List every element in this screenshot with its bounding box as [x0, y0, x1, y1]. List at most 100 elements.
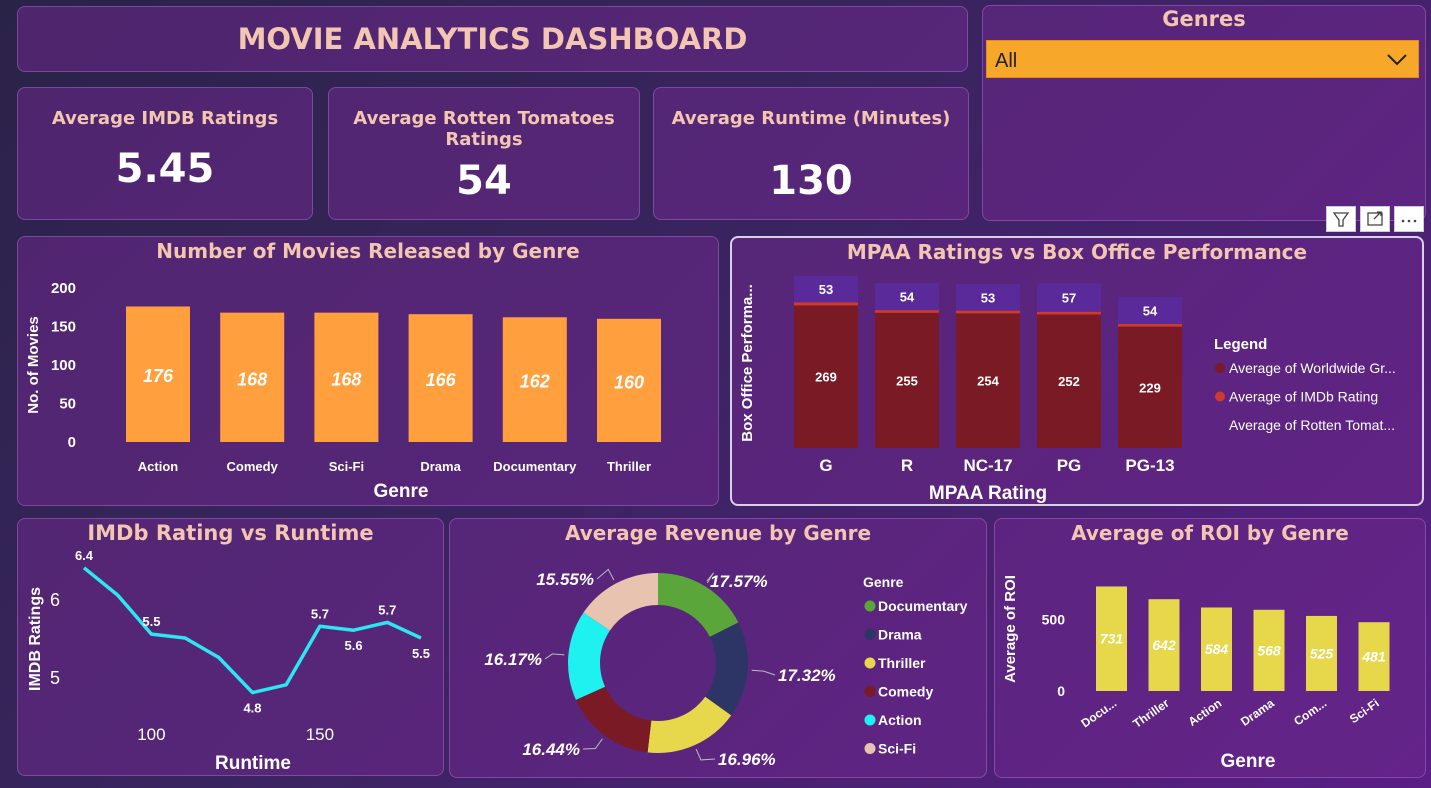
data-label: 5.7: [378, 602, 396, 617]
legend-marker: [864, 714, 876, 726]
legend-label: Average of Worldwide Gr...: [1229, 360, 1396, 376]
y-tick-label: 5: [50, 668, 60, 688]
bar-value-label: 168: [331, 369, 361, 389]
legend-label: Documentary: [878, 598, 968, 614]
legend-marker: [864, 743, 876, 754]
bar-value-label: 57: [1062, 290, 1076, 305]
kpi-card-rotten-tomatoes: Average Rotten Tomatoes Ratings 54: [328, 87, 640, 220]
kpi-card-imdb: Average IMDB Ratings 5.45: [17, 87, 313, 220]
leader-line: [596, 568, 615, 581]
movies-by-genre-panel: Number of Movies Released by Genre 200 15…: [17, 236, 719, 506]
revenue-donut-chart: 17.57% 17.32% 16.96% 16.44% 16.17% 15.55% Genr…: [484, 568, 968, 769]
legend-label: Sci-Fi: [878, 741, 916, 757]
dropdown-value: All: [995, 50, 1018, 72]
focus-mode-icon[interactable]: [1360, 206, 1390, 232]
bar-imdb-rating: [794, 302, 858, 306]
mpaa-chart: Box Office Performa... 269 53 G 255 54 R 254 53 N…: [739, 275, 1396, 504]
y-tick-label: 0: [68, 434, 76, 451]
data-label: 5.7: [311, 606, 329, 621]
x-tick-label: Sci-Fi: [329, 459, 364, 474]
data-label: 6.4: [75, 548, 94, 563]
bar-value-label: 584: [1205, 641, 1229, 657]
legend-marker: [1215, 391, 1225, 402]
legend-marker: [864, 657, 876, 669]
kpi-value: 130: [769, 158, 853, 204]
y-tick-label: 100: [51, 357, 76, 374]
y-tick-label: 200: [51, 280, 76, 297]
y-axis-label: No. of Movies: [25, 316, 42, 414]
bar-value-label: 176: [143, 366, 174, 386]
leader-line: [751, 669, 776, 676]
x-tick-label: 150: [306, 725, 334, 744]
kpi-label: Average Rotten Tomatoes Ratings: [353, 108, 615, 150]
genre-dropdown[interactable]: All: [986, 40, 1419, 78]
legend-label: Comedy: [878, 684, 933, 700]
y-tick-label: 150: [51, 319, 76, 336]
legend-label: Average of Rotten Tomat...: [1229, 417, 1395, 433]
filter-icon[interactable]: [1326, 206, 1356, 232]
bar-value-label: 166: [426, 370, 457, 390]
x-axis-label: MPAA Rating: [929, 483, 1047, 504]
data-label: 5.5: [412, 646, 430, 661]
series-line: [82, 566, 422, 695]
chevron-down-icon: [1387, 54, 1407, 66]
slice-value-label: 15.55%: [536, 570, 594, 589]
more-options-icon[interactable]: [1394, 206, 1424, 232]
x-tick-label: NC-17: [963, 456, 1012, 475]
bar-imdb-rating: [875, 310, 939, 313]
bar-value-label: 160: [614, 372, 644, 392]
x-tick-label: Action: [138, 459, 179, 474]
x-tick-label: Comedy: [227, 459, 279, 474]
bar-value-label: 229: [1139, 380, 1161, 395]
bar-value-label: 168: [237, 369, 267, 389]
movies-by-genre-chart: 200 150 100 50 0 No. of Movies 176 Action 168 Com…: [25, 280, 661, 502]
y-axis-label: IMDB Ratings: [27, 587, 44, 691]
bar-imdb-rating: [1037, 311, 1101, 315]
slice-value-label: 17.32%: [778, 666, 836, 685]
roi-by-genre-panel: Average of ROI by Genre 500 0 Average of R…: [994, 518, 1426, 778]
bar-value-label: 481: [1361, 649, 1386, 665]
genres-slicer: Genres: [982, 5, 1426, 221]
imdb-runtime-panel: IMDb Rating vs Runtime 6 5 IMDB Ratings 100…: [17, 518, 444, 776]
legend-title: Genre: [863, 574, 904, 590]
x-tick-label: Sci-Fi: [1347, 696, 1382, 726]
kpi-value: 5.45: [115, 146, 215, 192]
bar-value-label: 53: [981, 290, 995, 305]
kpi-value: 54: [456, 158, 512, 204]
x-tick-label: Drama: [420, 459, 461, 474]
kpi-label: Average Runtime (Minutes): [671, 108, 951, 129]
donut-slice: [575, 686, 652, 753]
mpaa-panel: MPAA Ratings vs Box Office Performance B…: [730, 236, 1424, 506]
bar-value-label: 252: [1058, 374, 1080, 389]
legend-label: Drama: [878, 627, 922, 643]
imdb-runtime-chart: 6 5 IMDB Ratings 100 150 Runtime 6.4 5.5 4.8 5.7 5…: [27, 548, 430, 774]
bar-imdb-rating: [1118, 323, 1182, 327]
slicer-title: Genres: [1162, 7, 1246, 31]
y-tick-label: 500: [1042, 612, 1066, 628]
x-axis-label: Genre: [1221, 751, 1276, 772]
data-label: 4.8: [243, 701, 261, 716]
x-tick-label: Docu...: [1078, 696, 1119, 730]
bar-value-label: 54: [1143, 303, 1158, 318]
x-tick-label: 100: [137, 725, 165, 744]
bar-value-label: 568: [1257, 642, 1281, 658]
x-tick-label: PG-13: [1125, 456, 1174, 475]
x-tick-label: PG: [1057, 456, 1082, 475]
bar-value-label: 53: [819, 282, 833, 297]
x-tick-label: Thriller: [1130, 696, 1172, 731]
legend-label: Action: [878, 712, 922, 728]
bar-value-label: 54: [900, 290, 915, 305]
bar-imdb-rating: [956, 310, 1020, 314]
bar-value-label: 642: [1152, 637, 1176, 653]
data-label: 5.5: [142, 614, 160, 629]
bar-value-label: 254: [977, 374, 999, 389]
y-tick-label: 0: [1057, 683, 1065, 699]
y-tick-label: 50: [59, 396, 76, 413]
slice-value-label: 17.57%: [710, 572, 768, 591]
x-axis-label: Runtime: [215, 753, 291, 774]
y-tick-label: 6: [50, 590, 60, 610]
x-axis-label: Genre: [374, 481, 429, 502]
bar-value-label: 255: [896, 373, 918, 388]
leader-line: [695, 748, 716, 761]
kpi-label: Average IMDB Ratings: [51, 108, 279, 129]
